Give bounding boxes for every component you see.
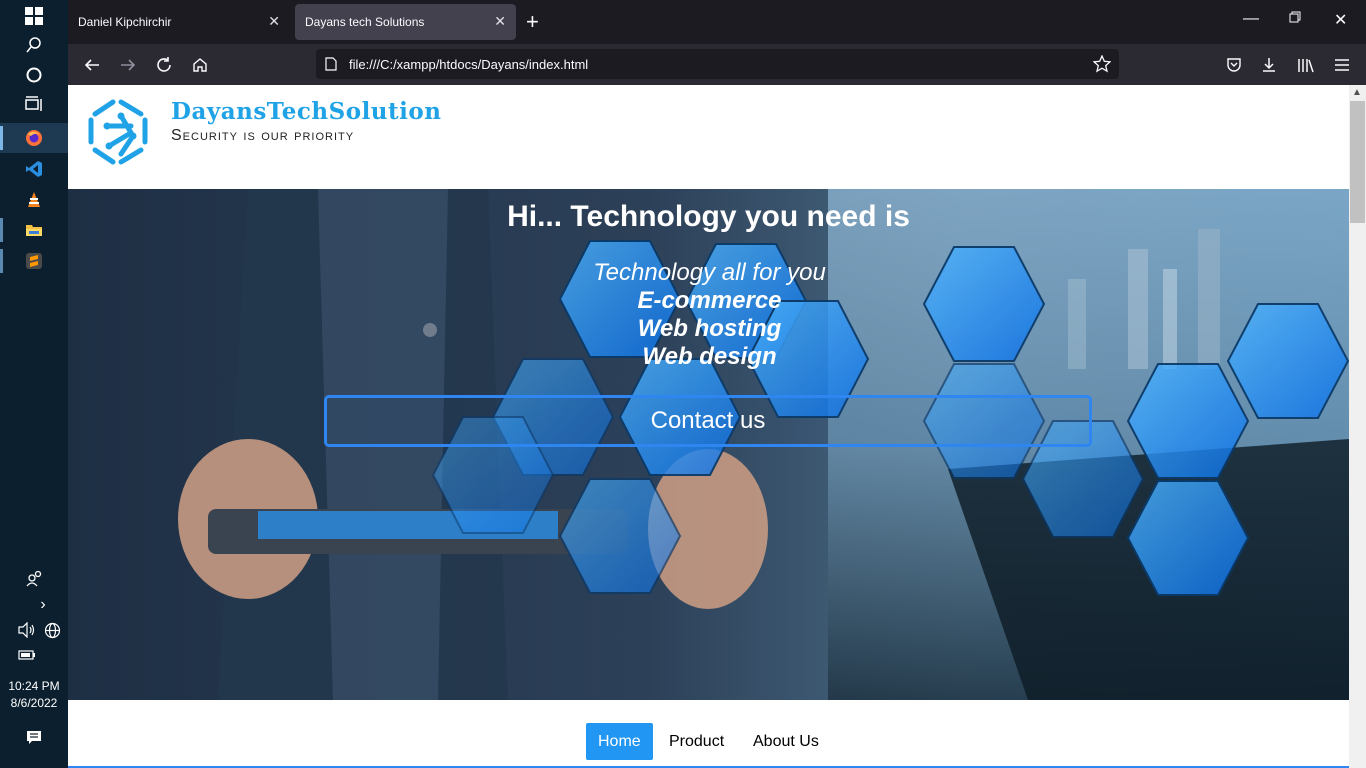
firefox-icon — [26, 130, 42, 146]
action-center-button[interactable] — [0, 723, 68, 753]
tab-dayans-tech-solutions[interactable]: Dayans tech Solutions ✕ — [295, 4, 516, 40]
volume-icon[interactable] — [18, 622, 36, 638]
contact-us-button[interactable]: Contact us — [324, 395, 1092, 447]
service-web-hosting: Web hosting — [637, 315, 782, 342]
url-bar[interactable]: file:///C:/xampp/htdocs/Dayans/index.htm… — [316, 49, 1119, 79]
hero-title: Hi... Technology you need is — [507, 200, 910, 233]
tab-label: Daniel Kipchirchir — [78, 15, 172, 29]
battery-icon — [18, 650, 35, 660]
minimize-icon: — — [1243, 10, 1259, 27]
folder-icon — [26, 225, 42, 236]
restore-button[interactable] — [1289, 10, 1301, 28]
sublime-text-icon — [26, 253, 42, 269]
arrow-right-icon — [121, 59, 136, 71]
task-view-icon — [25, 96, 42, 111]
url-text[interactable]: file:///C:/xampp/htdocs/Dayans/index.htm… — [349, 57, 588, 72]
library-button[interactable] — [1295, 54, 1317, 76]
start-button[interactable] — [0, 1, 68, 31]
back-button[interactable] — [81, 54, 103, 76]
reload-button[interactable] — [153, 54, 175, 76]
brand-tagline: Security is our priority — [171, 127, 355, 144]
download-icon — [1263, 58, 1275, 72]
browser-tab-strip: Daniel Kipchirchir ✕ Dayans tech Solutio… — [68, 0, 1366, 44]
hamburger-menu-icon — [1335, 59, 1349, 71]
system-clock[interactable]: 10:24 PM 8/6/2022 — [0, 678, 68, 712]
taskbar-vlc[interactable] — [0, 185, 68, 215]
service-web-design: Web design — [642, 343, 777, 370]
hero-banner: Hi... Technology you need is Technology … — [68, 189, 1349, 700]
taskbar-sublime[interactable] — [0, 246, 68, 276]
nav-about-us[interactable]: About Us — [741, 723, 831, 760]
taskbar-file-explorer[interactable] — [0, 215, 68, 245]
taskbar-vscode[interactable] — [0, 154, 68, 184]
page-viewport: DayansTechSolution Security is our prior… — [68, 85, 1349, 768]
menu-button[interactable] — [1331, 54, 1353, 76]
hero-subtitle: Technology all for you — [593, 259, 826, 286]
close-tab-icon[interactable]: ✕ — [268, 13, 280, 30]
cortana-button[interactable] — [0, 60, 68, 90]
chevron-right-icon: › — [40, 596, 46, 613]
people-button[interactable] — [0, 563, 68, 593]
close-tab-icon[interactable]: ✕ — [494, 13, 506, 30]
clock-date: 8/6/2022 — [10, 696, 58, 710]
tab-label: Dayans tech Solutions — [305, 15, 425, 29]
search-icon — [26, 37, 41, 53]
restore-icon — [1289, 11, 1301, 23]
vlc-cone-icon — [28, 192, 40, 207]
windows-taskbar: › 10:24 PM 8/6/2022 — [0, 0, 68, 768]
notification-icon — [27, 731, 41, 744]
plus-icon: + — [526, 9, 539, 34]
home-button[interactable] — [189, 54, 211, 76]
people-icon — [26, 570, 42, 587]
page-scrollbar[interactable]: ▲ — [1349, 85, 1366, 768]
globe-network-icon[interactable] — [44, 622, 61, 639]
nav-home[interactable]: Home — [586, 723, 653, 760]
scroll-up-arrow-icon[interactable]: ▲ — [1352, 87, 1362, 98]
forward-button[interactable] — [117, 54, 139, 76]
close-window-button[interactable]: ✕ — [1334, 10, 1347, 30]
search-button[interactable] — [0, 30, 68, 60]
reload-icon — [157, 57, 171, 72]
library-icon — [1298, 59, 1314, 73]
browser-toolbar: file:///C:/xampp/htdocs/Dayans/index.htm… — [68, 44, 1366, 85]
page-icon — [325, 57, 337, 71]
battery-tray[interactable] — [0, 640, 68, 670]
clock-time: 10:24 PM — [8, 679, 60, 693]
cortana-circle-icon — [26, 67, 42, 83]
home-icon — [193, 58, 207, 72]
tab-daniel-kipchirchir[interactable]: Daniel Kipchirchir ✕ — [68, 4, 290, 40]
pocket-button[interactable] — [1223, 54, 1245, 76]
vscode-icon — [26, 161, 42, 177]
minimize-button[interactable]: — — [1243, 10, 1259, 28]
service-ecommerce: E-commerce — [637, 287, 782, 314]
scrollbar-thumb[interactable] — [1350, 101, 1365, 223]
task-view-button[interactable] — [0, 90, 68, 120]
bookmark-star-icon[interactable] — [1093, 55, 1111, 73]
brand-logo-icon[interactable] — [83, 96, 159, 176]
downloads-button[interactable] — [1258, 54, 1280, 76]
nav-product[interactable]: Product — [657, 723, 736, 760]
main-navigation: Home Product About Us — [68, 700, 1349, 768]
windows-logo-icon — [25, 7, 43, 25]
brand-name: DayansTechSolution — [171, 98, 442, 125]
close-icon: ✕ — [1334, 12, 1348, 29]
arrow-left-icon — [84, 59, 99, 71]
taskbar-firefox[interactable] — [0, 123, 68, 153]
pocket-icon — [1227, 58, 1241, 72]
new-tab-button[interactable]: + — [526, 8, 539, 36]
site-header: DayansTechSolution Security is our prior… — [68, 85, 1349, 189]
